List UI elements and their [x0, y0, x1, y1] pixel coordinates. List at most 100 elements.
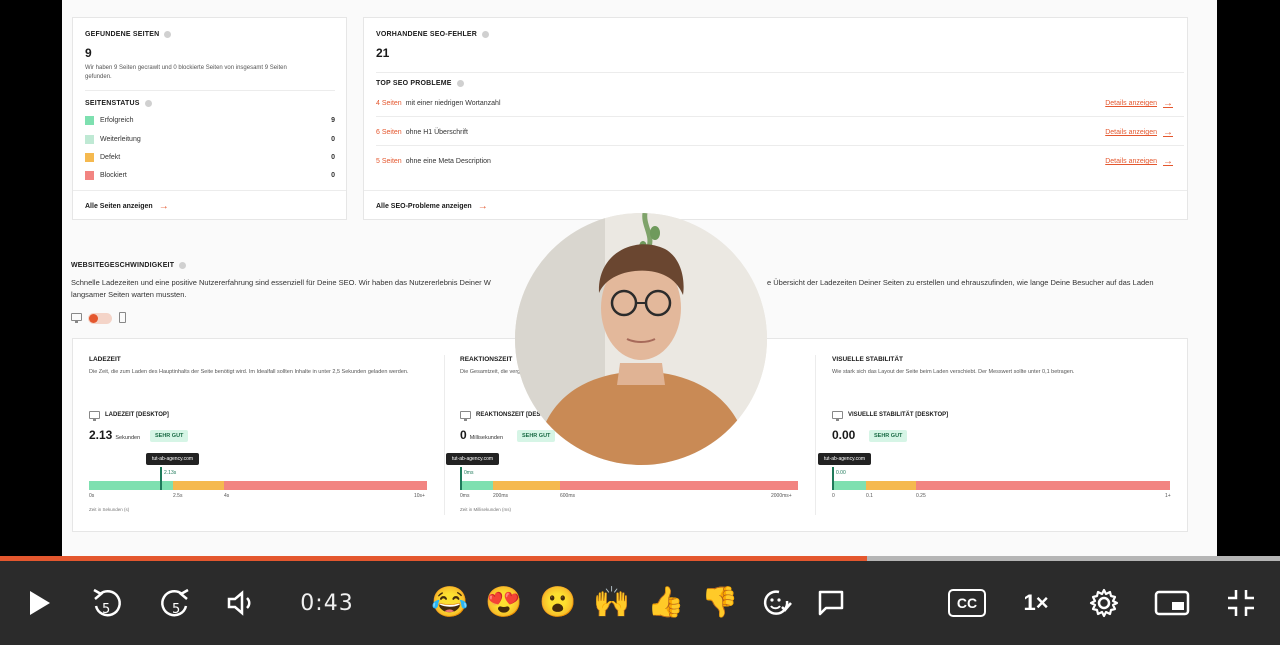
rating-badge: SEHR GUT — [150, 430, 189, 442]
mobile-icon[interactable] — [119, 312, 126, 323]
col-title: REAKTIONSZEIT — [460, 356, 513, 363]
status-row-redirect: Weiterleitung 0 — [85, 135, 335, 144]
comment-button[interactable] — [810, 561, 852, 645]
volume-button[interactable] — [224, 561, 260, 645]
device-toggle[interactable] — [88, 313, 112, 324]
speed-desc-line2: langsamer Seiten warten mussten. — [71, 290, 187, 299]
speed-col-stability: VISUELLE STABILITÄT Wie stark sich das L… — [818, 339, 1172, 529]
add-reaction-button[interactable] — [756, 561, 798, 645]
playback-speed-button[interactable]: 1× — [1014, 561, 1058, 645]
bar-medium — [173, 481, 224, 490]
score-marker — [460, 467, 462, 490]
picture-in-picture-button[interactable] — [1150, 561, 1194, 645]
info-icon[interactable] — [482, 31, 490, 38]
metric-number: 2.13 — [89, 428, 113, 442]
desktop-icon — [832, 411, 843, 421]
details-link[interactable]: Details anzeigen → — [1105, 98, 1173, 109]
all-pages-link[interactable]: Alle Seiten anzeigen → — [85, 201, 169, 212]
play-button[interactable] — [22, 561, 56, 645]
axis-tick: 1+ — [1165, 493, 1171, 499]
top-seo-label: TOP SEO PROBLEME — [376, 80, 452, 87]
forward-5-button[interactable]: 5 — [156, 561, 194, 645]
status-swatch — [85, 171, 94, 180]
status-row-broken: Defekt 0 — [85, 153, 335, 162]
details-link[interactable]: Details anzeigen → — [1105, 127, 1173, 138]
letterbox-right — [1217, 0, 1279, 645]
reaction-laugh[interactable]: 😂 — [428, 561, 472, 645]
score-marker — [160, 467, 162, 490]
seo-issue-row: 6 Seiten ohne H1 Überschrift Details anz… — [376, 127, 1173, 138]
exit-fullscreen-icon — [1228, 590, 1254, 616]
letterbox-left — [0, 0, 62, 645]
seo-errors-count: 21 — [376, 46, 390, 60]
metric-value: 0 Millisekunden — [460, 428, 503, 442]
divider — [364, 190, 1187, 191]
all-seo-link[interactable]: Alle SEO-Probleme anzeigen → — [376, 201, 488, 212]
rewind-5-button[interactable]: 5 — [88, 561, 126, 645]
exit-fullscreen-button[interactable] — [1220, 561, 1262, 645]
marker-label: 0ms — [464, 470, 474, 476]
settings-button[interactable] — [1082, 561, 1126, 645]
current-time: 0:43 — [300, 590, 354, 616]
reaction-thumbs-down[interactable]: 👎 — [698, 561, 742, 645]
reaction-surprised[interactable]: 😮 — [536, 561, 580, 645]
bar-medium — [493, 481, 560, 490]
axis-tick: 0.25 — [916, 493, 926, 499]
reaction-heart-eyes[interactable]: 😍 — [482, 561, 526, 645]
issue-text: mit einer niedrigen Wortanzahl — [405, 100, 501, 107]
seo-errors-label: VORHANDENE SEO-FEHLER — [376, 31, 478, 38]
arrow-right-icon: → — [1163, 127, 1173, 138]
metric-number: 0 — [460, 428, 467, 442]
metric-unit: Millisekunden — [469, 435, 504, 441]
status-swatch — [85, 116, 94, 125]
info-icon[interactable] — [144, 100, 152, 107]
metric-value: 0.00 — [832, 428, 858, 442]
rating-badge: SEHR GUT — [517, 430, 556, 442]
axis-tick: 2.5s — [173, 493, 183, 499]
details-label: Details anzeigen — [1105, 129, 1157, 136]
seo-errors-title: VORHANDENE SEO-FEHLER — [376, 31, 490, 38]
status-label: Blockiert — [100, 172, 127, 179]
info-icon[interactable] — [456, 80, 464, 87]
site-tooltip: tut-ab-agency.com — [146, 453, 200, 465]
axis-tick: 600ms — [560, 493, 576, 499]
status-swatch — [85, 135, 94, 144]
status-label: Erfolgreich — [100, 117, 134, 124]
found-pages-title: GEFUNDENE SEITEN — [85, 31, 172, 38]
desktop-icon[interactable] — [71, 313, 82, 323]
site-tooltip: tut-ab-agency.com — [818, 453, 872, 465]
marker-label: 0.00 — [836, 470, 846, 476]
reaction-thumbs-up[interactable]: 👍 — [644, 561, 688, 645]
desktop-icon — [89, 411, 100, 421]
rewind-icon: 5 — [93, 588, 121, 617]
smiley-add-icon — [763, 590, 792, 615]
metric-head: VISUELLE STABILITÄT [DESKTOP] — [832, 411, 948, 421]
issue-count: 4 Seiten — [376, 100, 402, 107]
top-seo-title: TOP SEO PROBLEME — [376, 80, 464, 87]
issue-text: ohne H1 Überschrift — [405, 129, 468, 136]
info-icon[interactable] — [179, 262, 187, 269]
metric-value: 2.13 Sekunden — [89, 428, 140, 442]
details-link[interactable]: Details anzeigen → — [1105, 156, 1173, 167]
cc-icon: CC — [948, 589, 986, 617]
speed-col-load: LADEZEIT Die Zeit, die zum Laden des Hau… — [89, 339, 429, 529]
score-bar — [460, 481, 798, 490]
captions-button[interactable]: CC — [944, 561, 990, 645]
speed-desc-line1: Schnelle Ladezeiten und eine positive Nu… — [71, 278, 491, 287]
bar-poor — [224, 481, 427, 490]
bar-good — [832, 481, 866, 490]
axis-tick: 200ms — [493, 493, 509, 499]
arrow-right-icon: → — [158, 201, 169, 212]
arrow-right-icon: → — [477, 201, 488, 212]
video-player: GEFUNDENE SEITEN 9 Wir haben 9 Seiten ge… — [0, 0, 1280, 645]
bar-medium — [866, 481, 916, 490]
axis-tick: 0 — [832, 493, 835, 499]
axis-note: Zeit in Sekunden (s) — [89, 507, 130, 512]
divider — [73, 190, 346, 191]
bar-good — [460, 481, 493, 490]
info-icon[interactable] — [164, 31, 172, 38]
forward-icon: 5 — [161, 588, 189, 617]
divider — [376, 116, 1184, 117]
found-pages-card: GEFUNDENE SEITEN 9 Wir haben 9 Seiten ge… — [72, 17, 347, 220]
reaction-raised-hands[interactable]: 🙌 — [590, 561, 634, 645]
